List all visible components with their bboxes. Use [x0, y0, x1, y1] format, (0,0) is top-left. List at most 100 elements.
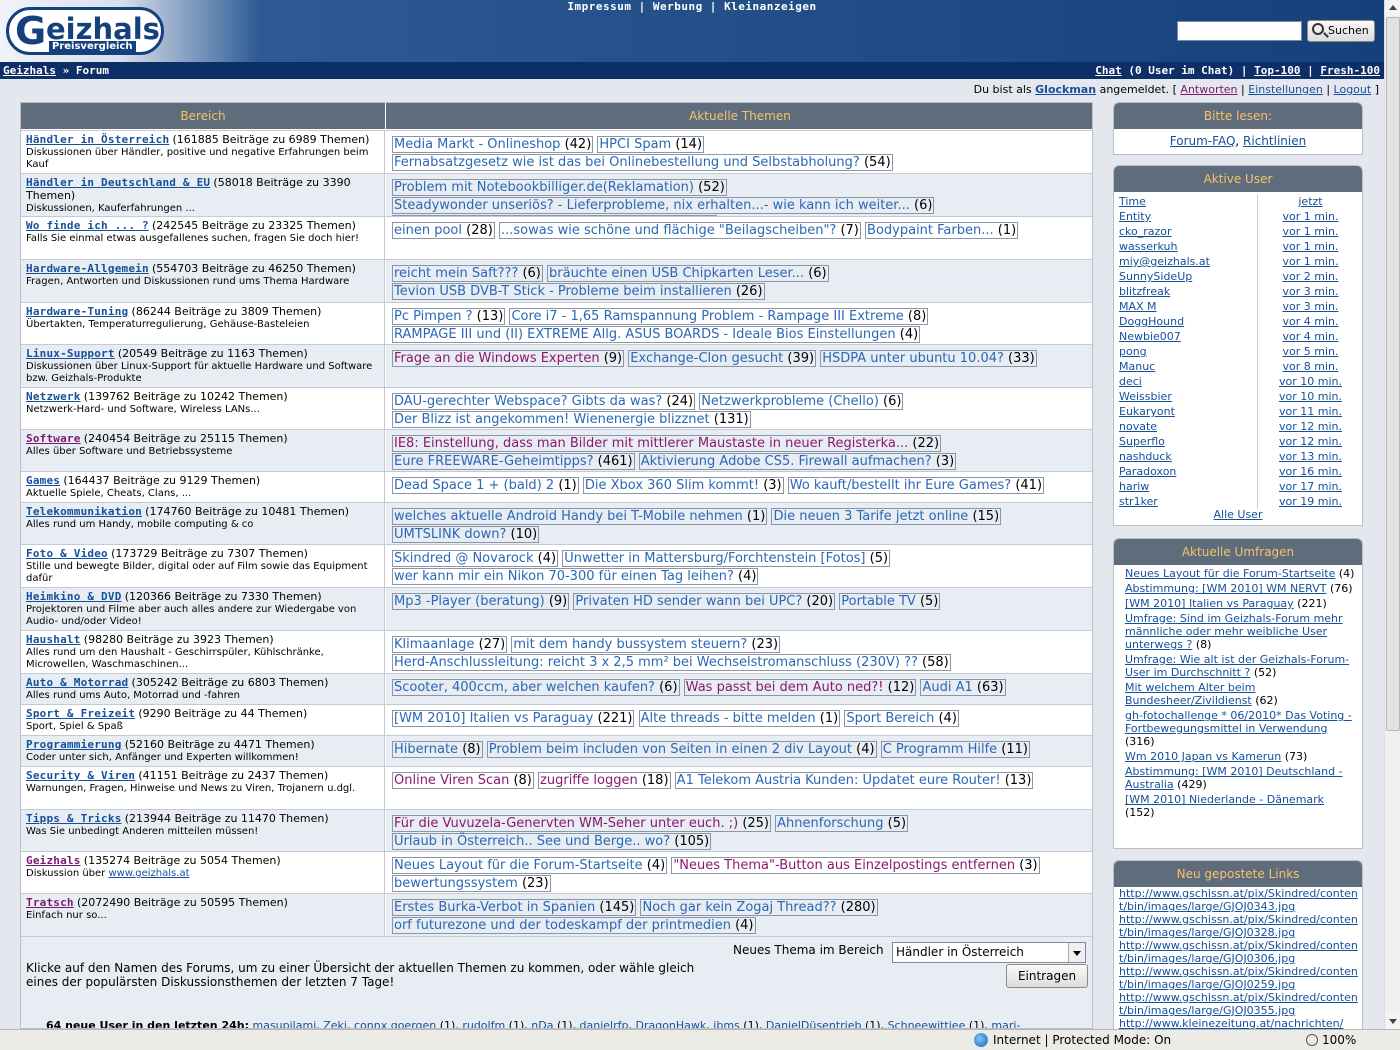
forum-link[interactable]: Programmierung [26, 738, 122, 751]
poll-link[interactable]: Umfrage: Wie alt ist der Geizhals-Forum-… [1125, 653, 1349, 679]
topic-link[interactable]: ...sowas wie schöne und flächige "Beilag… [498, 222, 861, 239]
new-user-link[interactable]: ibms [713, 1019, 740, 1028]
active-user-name[interactable]: wasserkuh [1119, 239, 1177, 254]
topic-link[interactable]: Die Xbox 360 Slim kommt! (3) [582, 477, 784, 494]
forum-link[interactable]: Sport & Freizeit [26, 707, 135, 720]
topic-link[interactable]: wer kann mir ein Nikon 70-300 für einen … [392, 568, 759, 585]
active-user-time[interactable]: vor 2 min. [1257, 269, 1362, 284]
new-user-link[interactable]: Zeki [323, 1019, 347, 1028]
topic-link[interactable]: bräuchte einen USB Chipkarten Leser... (… [547, 265, 829, 282]
topic-link[interactable]: reicht mein Saft??? (6) [392, 265, 543, 282]
topic-link[interactable]: Erstes Burka-Verbot in Spanien (145) [392, 899, 637, 916]
new-user-link[interactable]: rudolfm [462, 1019, 505, 1028]
nav-impressum[interactable]: Impressum [567, 0, 631, 13]
forum-link[interactable]: Security & Viren [26, 769, 135, 782]
topic-link[interactable]: Ahnenforschung (5) [775, 815, 909, 832]
topic-link[interactable]: Herd-Anschlussleitung: reicht 3 x 2,5 mm… [392, 654, 951, 671]
top-100-link[interactable]: Top-100 [1254, 64, 1300, 77]
alle-user-link[interactable]: Alle User [1214, 508, 1263, 521]
active-user-time[interactable]: vor 8 min. [1257, 359, 1362, 374]
active-user-name[interactable]: nashduck [1119, 449, 1172, 464]
topic-link[interactable]: Aktivierung Adobe CS5. Firewall aufmache… [638, 453, 957, 470]
poll-link[interactable]: Abstimmung: [WM 2010] Deutschland - Aust… [1125, 765, 1343, 791]
topic-link[interactable]: Privaten HD sender wann bei UPC? (20) [573, 593, 836, 610]
topic-link[interactable]: welches aktuelle Android Handy bei T-Mob… [392, 508, 768, 525]
scroll-down-icon[interactable] [1385, 1013, 1400, 1029]
active-user-name[interactable]: hariw [1119, 479, 1149, 494]
active-user-time[interactable]: vor 13 min. [1257, 449, 1362, 464]
chat-link[interactable]: Chat [1095, 64, 1122, 77]
active-user-name[interactable]: Eukaryont [1119, 404, 1175, 419]
fresh-100-link[interactable]: Fresh-100 [1320, 64, 1380, 77]
poll-link[interactable]: Wm 2010 Japan vs Kamerun [1125, 750, 1281, 763]
forum-link[interactable]: Wo finde ich ... ? [26, 219, 149, 232]
logout-link[interactable]: Logout [1334, 83, 1372, 96]
active-user-name[interactable]: Entity [1119, 209, 1151, 224]
active-user-time[interactable]: vor 12 min. [1257, 434, 1362, 449]
forum-link[interactable]: Netzwerk [26, 390, 81, 403]
active-user-name[interactable]: miy@geizhals.at [1119, 254, 1210, 269]
topic-link[interactable]: Steadywonder unseriös? - Lieferprobleme,… [392, 197, 935, 214]
einstellungen-link[interactable]: Einstellungen [1248, 83, 1323, 96]
topic-link[interactable]: [WM 2010] Italien vs Paraguay (221) [392, 710, 635, 727]
username-link[interactable]: Glockman [1035, 83, 1096, 96]
topic-link[interactable]: bewertungssystem (23) [392, 875, 551, 892]
antworten-link[interactable]: Antworten [1180, 83, 1237, 96]
topic-link[interactable]: Netzwerkprobleme (Chello) (6) [699, 393, 904, 410]
breadcrumb-home[interactable]: Geizhals [3, 64, 56, 77]
topic-link[interactable]: Sport Bereich (4) [844, 710, 959, 727]
topic-link[interactable]: Skindred @ Novarock (4) [392, 550, 559, 567]
forum-link[interactable]: Geizhals [26, 854, 81, 867]
topic-link[interactable]: Problem mit Notebookbilliger.de(Reklamat… [392, 179, 727, 196]
topic-link[interactable]: Eure FREEWARE-Geheimtipps? (461) [392, 453, 635, 470]
topic-link[interactable]: einen pool (28) [392, 222, 495, 239]
search-button[interactable]: Suchen [1307, 20, 1375, 42]
time-header[interactable]: Time [1119, 194, 1146, 209]
topic-link[interactable]: Wo kauft/bestellt ihr Eure Games? (41) [787, 477, 1045, 494]
new-user-link[interactable]: DragonHawk [635, 1019, 706, 1028]
forum-link[interactable]: Telekommunikation [26, 505, 142, 518]
topic-link[interactable]: UMTSLINK down? (10) [392, 526, 540, 543]
topic-link[interactable]: Fernabsatzgesetz wie ist das bei Onlineb… [392, 154, 893, 171]
posted-link[interactable]: http://www.gschissn.at/pix/Skindred/cont… [1119, 991, 1358, 1017]
new-user-link[interactable]: Schneewittiee [888, 1019, 966, 1028]
forum-select[interactable]: Händler in Österreich [892, 942, 1086, 963]
richtlinien-link[interactable]: Richtlinien [1243, 134, 1306, 148]
now-header[interactable]: jetzt [1257, 194, 1362, 209]
vertical-scrollbar[interactable] [1384, 0, 1400, 1029]
topic-link[interactable]: Tevion USB DVB-T Stick - Probleme beim i… [392, 283, 765, 300]
scroll-up-icon[interactable] [1385, 0, 1400, 16]
nav-werbung[interactable]: Werbung [653, 0, 703, 13]
active-user-time[interactable]: vor 1 min. [1257, 239, 1362, 254]
new-user-link[interactable]: mari- [991, 1019, 1020, 1028]
active-user-name[interactable]: blitzfreak [1119, 284, 1170, 299]
active-user-time[interactable]: vor 4 min. [1257, 314, 1362, 329]
topic-link[interactable]: C Programm Hilfe (11) [880, 741, 1030, 758]
topic-link[interactable]: Der Blizz ist angekommen! Wienenergie bl… [392, 411, 751, 428]
active-user-time[interactable]: vor 3 min. [1257, 299, 1362, 314]
forum-link[interactable]: Tipps & Tricks [26, 812, 122, 825]
topic-link[interactable]: orf futurezone und der todeskampf der pr… [392, 917, 756, 934]
active-user-time[interactable]: vor 19 min. [1257, 494, 1362, 509]
active-user-name[interactable]: SunnySideUp [1119, 269, 1192, 284]
search-input[interactable] [1177, 21, 1302, 41]
zoom-level[interactable]: 100% [1322, 1030, 1356, 1050]
topic-link[interactable]: Portable TV (5) [839, 593, 941, 610]
poll-link[interactable]: Abstimmung: [WM 2010] WM NERVT [1125, 582, 1326, 595]
forum-description-link[interactable]: www.geizhals.at [108, 868, 189, 879]
active-user-time[interactable]: vor 3 min. [1257, 284, 1362, 299]
topic-link[interactable]: RAMPAGE III und (II) EXTREME Allg. ASUS … [392, 326, 921, 343]
new-user-link[interactable]: DanielDüsentrieb [766, 1019, 862, 1028]
topic-link[interactable]: Audi A1 (63) [920, 679, 1006, 696]
active-user-time[interactable]: vor 12 min. [1257, 419, 1362, 434]
forum-link[interactable]: Linux-Support [26, 347, 115, 360]
posted-link[interactable]: http://www.gschissn.at/pix/Skindred/cont… [1119, 965, 1358, 991]
posted-link[interactable]: http://www.kleinezeitung.at/nachrichten/ [1119, 1017, 1343, 1029]
active-user-time[interactable]: vor 17 min. [1257, 479, 1362, 494]
posted-link[interactable]: http://www.gschissn.at/pix/Skindred/cont… [1119, 939, 1358, 965]
forum-link[interactable]: Händler in Deutschland & EU [26, 176, 210, 189]
forum-link[interactable]: Games [26, 474, 60, 487]
active-user-time[interactable]: vor 1 min. [1257, 209, 1362, 224]
forum-link[interactable]: Foto & Video [26, 547, 108, 560]
topic-link[interactable]: Core i7 - 1,65 Ramspannung Problem - Ram… [509, 308, 929, 325]
